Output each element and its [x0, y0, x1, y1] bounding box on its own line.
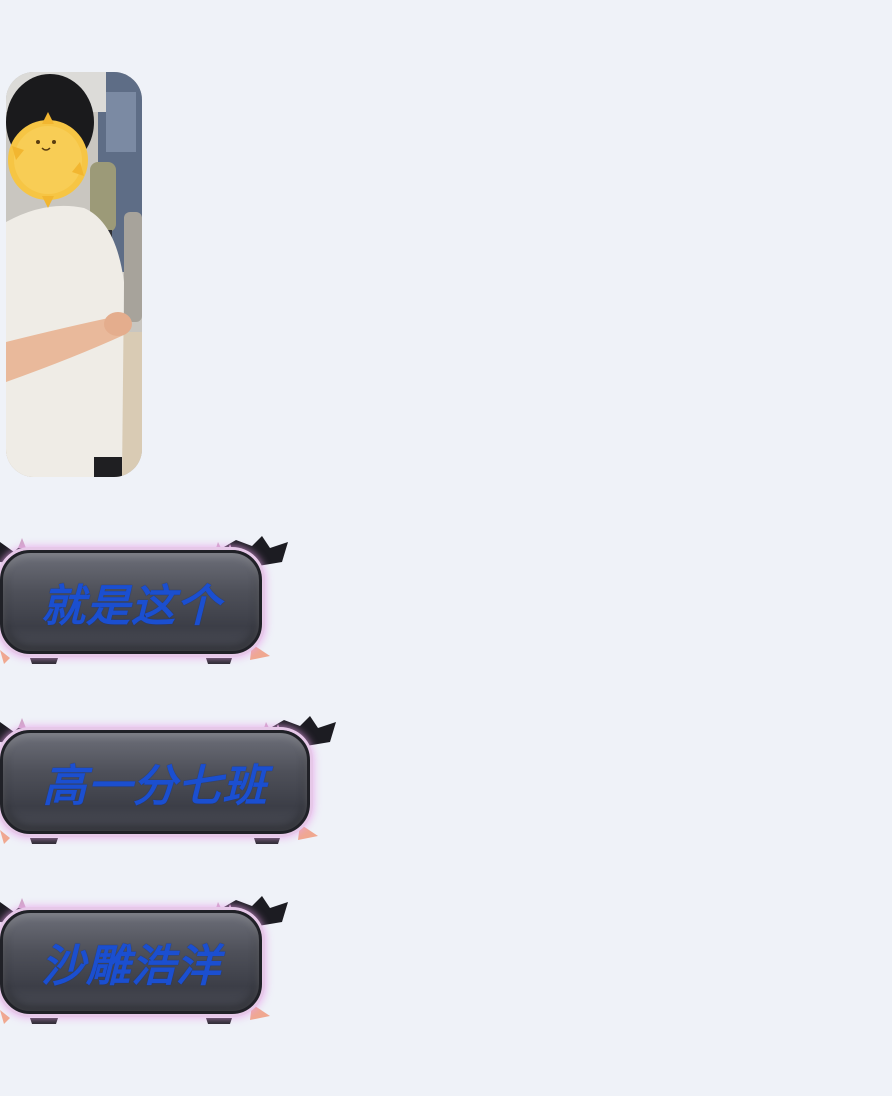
message-bubble-2[interactable]: 高一分七班: [0, 712, 340, 844]
message-text: 就是这个: [41, 581, 221, 632]
message-text: 沙雕浩洋: [41, 941, 221, 992]
photo-message[interactable]: [6, 72, 142, 477]
bubble-body: 高一分七班: [0, 730, 310, 834]
message-bubble-3[interactable]: 沙雕浩洋: [0, 892, 292, 1024]
message-text: 高一分七班: [42, 761, 268, 812]
bubble-body: 沙雕浩洋: [0, 910, 262, 1014]
photo-thumbnail: [6, 72, 142, 477]
message-bubble-1[interactable]: 就是这个: [0, 532, 292, 664]
bubble-body: 就是这个: [0, 550, 262, 654]
